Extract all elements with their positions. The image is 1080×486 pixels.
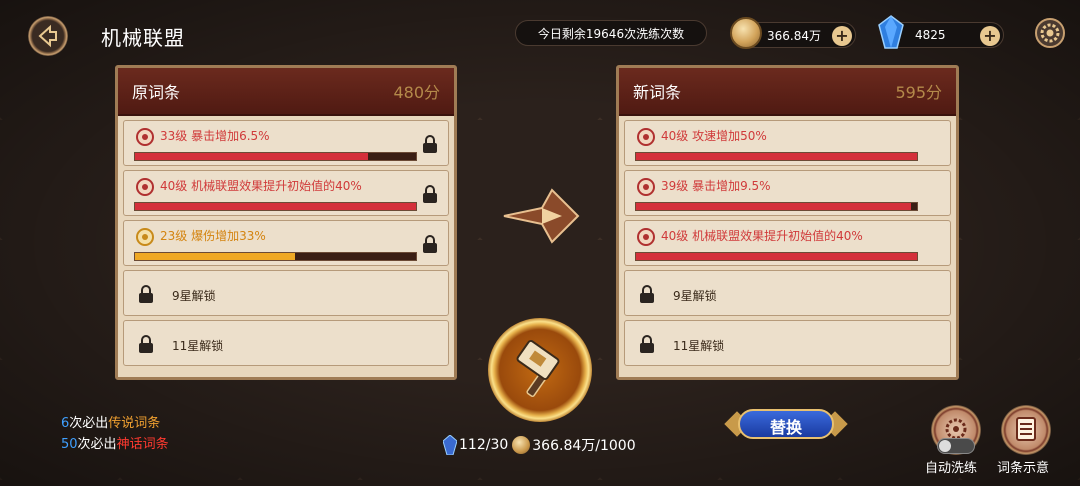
- lock-icon: [139, 285, 153, 303]
- gem-amount: 4825: [915, 28, 946, 42]
- replace-label: 替换: [769, 418, 802, 437]
- attribute-progress-bar: [134, 202, 417, 211]
- attribute-text: 40级 攻速增加50%: [661, 129, 767, 143]
- auto-wash-toggle[interactable]: [937, 438, 975, 454]
- locked-slot: 11星解锁: [624, 320, 951, 366]
- locked-slot-text: 11星解锁: [673, 339, 725, 353]
- mythic-count: 50: [61, 437, 78, 452]
- panel-score: 595分: [895, 83, 942, 102]
- panel-title: 原词条: [132, 83, 181, 102]
- attribute-text: 40级 机械联盟效果提升初始值的40%: [661, 229, 863, 243]
- coin-icon: [512, 436, 531, 454]
- gold-cost: 366.84万/1000: [532, 438, 636, 454]
- attribute-text: 40级 机械联盟效果提升初始值的40%: [160, 179, 362, 193]
- lock-icon: [139, 335, 153, 353]
- attribute-level-icon: [637, 228, 655, 246]
- add-gem-button[interactable]: +: [980, 26, 1000, 46]
- attribute-level-icon: [136, 228, 154, 246]
- locked-slot-text: 11星解锁: [172, 339, 224, 353]
- legendary-mid: 次必出: [69, 416, 109, 431]
- mythic-mid: 次必出: [77, 437, 117, 452]
- locked-slot: 9星解锁: [123, 270, 449, 316]
- add-gold-button[interactable]: +: [832, 26, 852, 46]
- locked-slot: 9星解锁: [624, 270, 951, 316]
- attribute-text: 23级 爆伤增加33%: [160, 229, 266, 243]
- attribute-hint-button[interactable]: [1001, 405, 1051, 455]
- replace-button[interactable]: 替换: [724, 407, 848, 441]
- attribute-progress-bar: [134, 252, 417, 261]
- attribute-hint-label: 词条示意: [997, 461, 1050, 476]
- panel-title: 新词条: [633, 83, 682, 102]
- original-attributes-panel: 原词条 480分 33级 暴击增加6.5% 40级 机械联盟效果提升初始值的40…: [115, 65, 457, 380]
- auto-wash-label: 自动洗练: [925, 461, 978, 476]
- panel-header: 原词条 480分: [118, 68, 454, 116]
- legendary-guarantee: 6次必出传说词条: [61, 412, 160, 431]
- attribute-level-icon: [136, 178, 154, 196]
- new-attributes-panel: 新词条 595分 40级 攻速增加50% 39级 暴击增加9.5% 40级 机械…: [616, 65, 959, 380]
- attribute-progress-bar: [635, 202, 918, 211]
- attribute-level-icon: [637, 178, 655, 196]
- crystal-icon: [443, 435, 457, 455]
- mythic-guarantee: 50次必出神话词条: [61, 433, 169, 452]
- attribute-progress-bar: [635, 152, 918, 161]
- wash-cost: 112/30 366.84万/1000: [443, 435, 636, 455]
- locked-slot-text: 9星解锁: [172, 289, 216, 303]
- lock-icon: [640, 285, 654, 303]
- mythic-label: 神话词条: [116, 437, 169, 452]
- attribute-row: 23级 爆伤增加33%: [123, 220, 449, 266]
- attribute-row: 39级 暴击增加9.5%: [624, 170, 951, 216]
- hammer-icon: [516, 340, 560, 398]
- back-button[interactable]: [28, 16, 68, 56]
- attribute-progress-bar: [635, 252, 918, 261]
- gold-coin-icon: [730, 17, 762, 49]
- attribute-row: 40级 攻速增加50%: [624, 120, 951, 166]
- attribute-row: 40级 机械联盟效果提升初始值的40%: [624, 220, 951, 266]
- attribute-row: 40级 机械联盟效果提升初始值的40%: [123, 170, 449, 216]
- page-title: 机械联盟: [101, 26, 185, 50]
- lock-toggle-icon[interactable]: [422, 185, 438, 203]
- blue-crystal-icon: [878, 15, 904, 49]
- document-icon: [1016, 417, 1036, 441]
- lock-toggle-icon[interactable]: [422, 135, 438, 153]
- attribute-text: 33级 暴击增加6.5%: [160, 129, 270, 143]
- attribute-text: 39级 暴击增加9.5%: [661, 179, 771, 193]
- gold-amount: 366.84万: [767, 28, 821, 43]
- wash-hammer-button[interactable]: [488, 318, 592, 422]
- legendary-label: 传说词条: [108, 416, 161, 431]
- locked-slot-text: 9星解锁: [673, 289, 717, 303]
- wash-count-label: 今日剩余19646次洗练次数: [515, 20, 707, 46]
- panel-header: 新词条 595分: [619, 68, 956, 116]
- settings-gear-icon[interactable]: [1034, 17, 1066, 49]
- locked-slot: 11星解锁: [123, 320, 449, 366]
- transfer-arrow-icon: [503, 188, 580, 244]
- attribute-level-icon: [136, 128, 154, 146]
- attribute-level-icon: [637, 128, 655, 146]
- panel-score: 480分: [393, 83, 440, 102]
- gem-cost: 112/30: [459, 437, 509, 453]
- back-arrow-icon: [38, 24, 57, 48]
- lock-icon: [640, 335, 654, 353]
- attribute-row: 33级 暴击增加6.5%: [123, 120, 449, 166]
- attribute-progress-bar: [134, 152, 417, 161]
- lock-toggle-icon[interactable]: [422, 235, 438, 253]
